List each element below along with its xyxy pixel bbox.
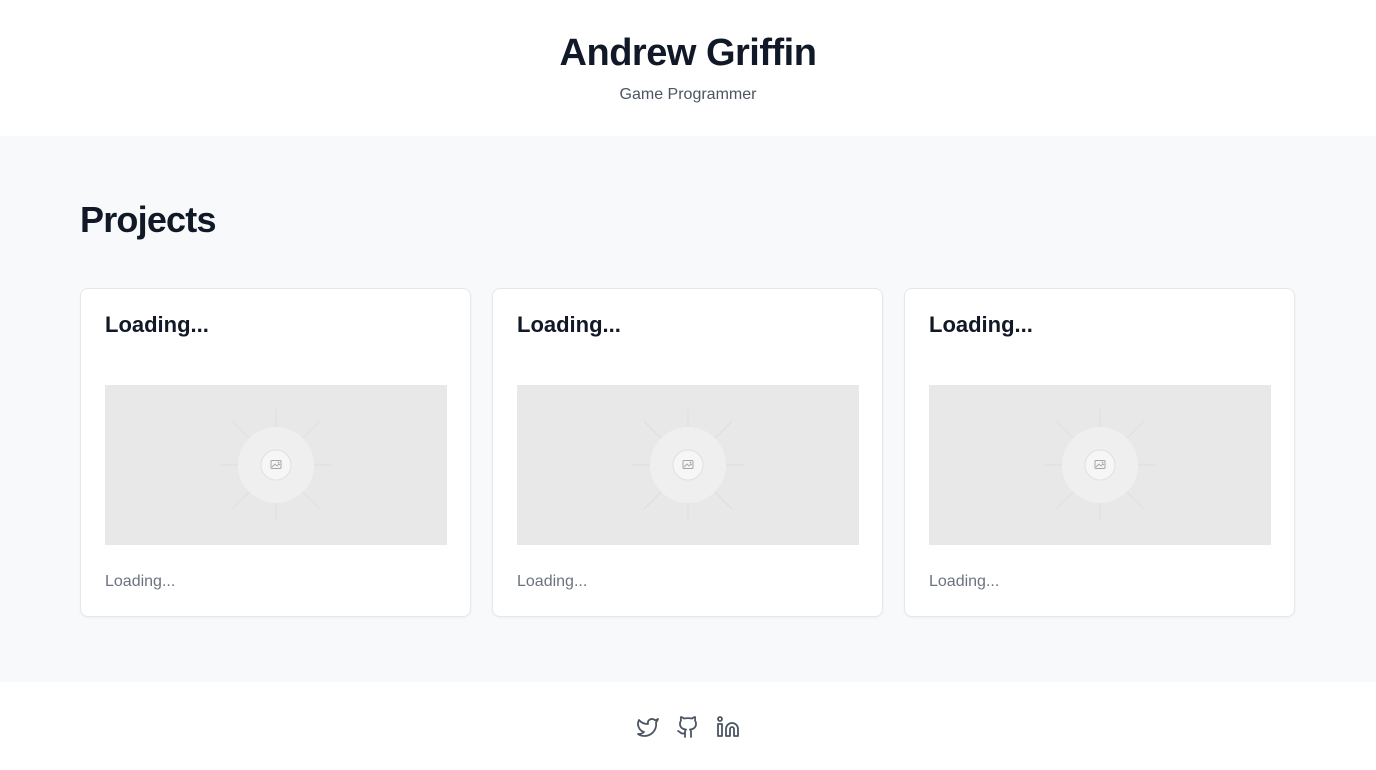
image-placeholder-icon [220, 409, 332, 521]
twitter-icon [637, 718, 659, 737]
project-title: Loading... [929, 312, 1033, 337]
author-subtitle: Game Programmer [619, 86, 757, 103]
github-icon [677, 716, 697, 738]
section-title: Projects [80, 199, 216, 240]
twitter-link[interactable] [636, 715, 660, 739]
image-placeholder-icon [1044, 409, 1156, 521]
project-image [929, 385, 1271, 545]
linkedin-icon [717, 716, 739, 737]
page-header: Andrew Griffin Game Programmer [0, 0, 1376, 136]
linkedin-link[interactable] [716, 715, 740, 739]
page-footer [0, 682, 1376, 770]
image-placeholder-icon [632, 409, 744, 521]
project-title: Loading... [517, 312, 621, 337]
project-card[interactable]: Loading... Loading... [492, 288, 883, 617]
github-link[interactable] [676, 715, 700, 739]
project-title: Loading... [105, 312, 209, 337]
project-description: Loading... [517, 573, 588, 590]
project-grid: Loading... Loading... Loading... Loading… [80, 288, 1296, 617]
project-image [517, 385, 859, 545]
project-description: Loading... [105, 573, 176, 590]
projects-section: Projects Loading... Loading... Loading..… [0, 136, 1376, 682]
project-card[interactable]: Loading... Loading... [80, 288, 471, 617]
author-name: Andrew Griffin [559, 32, 817, 74]
project-description: Loading... [929, 573, 1000, 590]
project-card[interactable]: Loading... Loading... [904, 288, 1295, 617]
project-image [105, 385, 447, 545]
